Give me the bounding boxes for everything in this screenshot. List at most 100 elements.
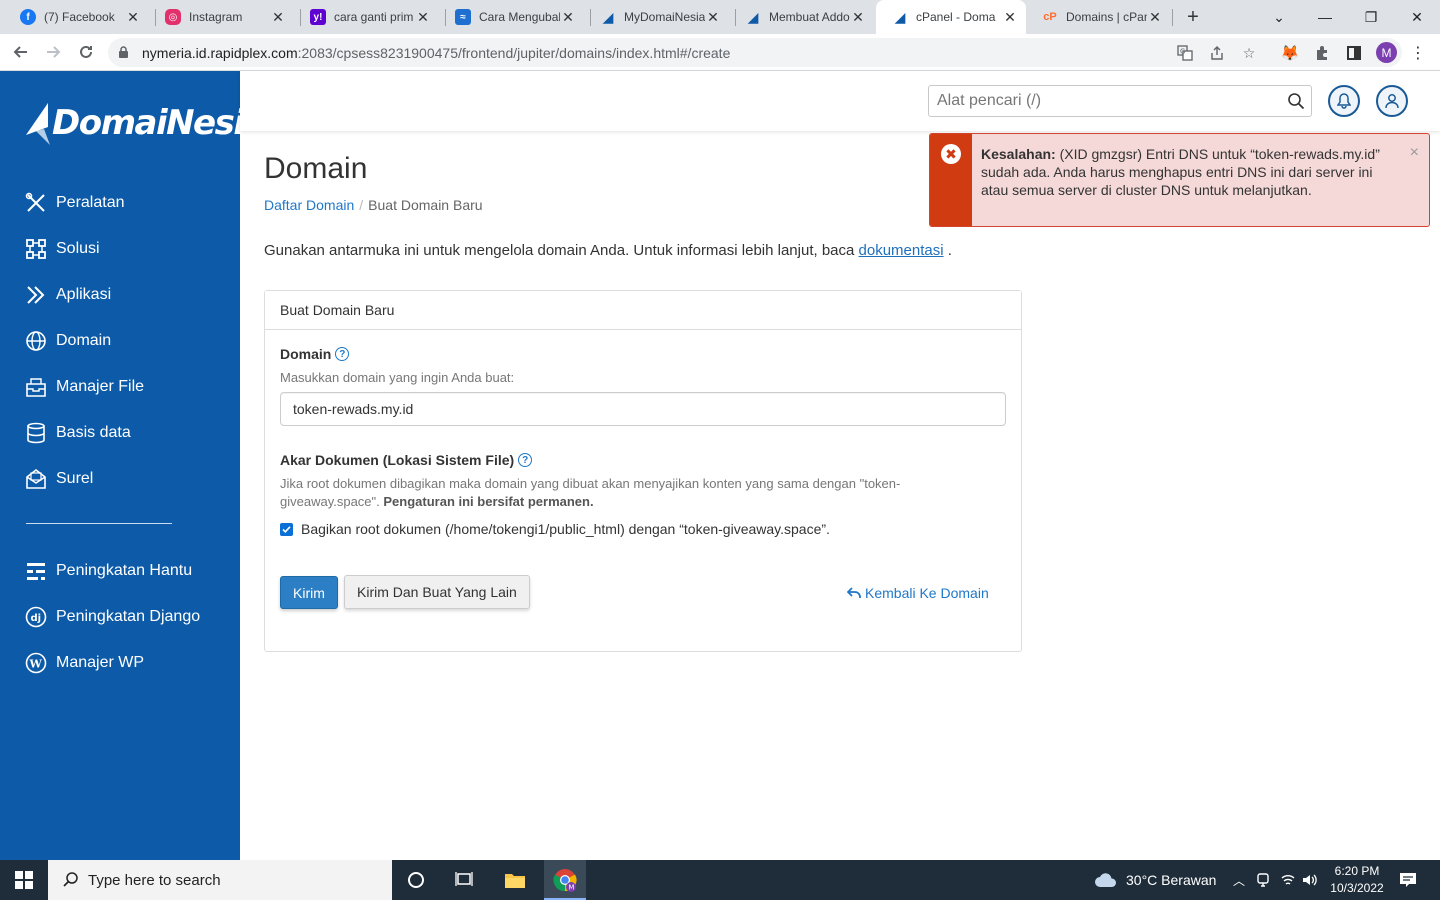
- sidebar-item-manajer-wp[interactable]: W Manajer WP: [24, 649, 144, 677]
- help-icon[interactable]: ?: [335, 347, 350, 361]
- sidebar-item-surel[interactable]: Surel: [24, 465, 93, 493]
- submit-button[interactable]: Kirim: [280, 576, 338, 609]
- back-icon[interactable]: [9, 40, 33, 64]
- site-icon: ≈: [455, 9, 471, 25]
- domain-input[interactable]: [280, 392, 1006, 426]
- sidebar-item-label: Manajer File: [56, 378, 145, 395]
- lock-icon[interactable]: [118, 46, 129, 62]
- close-tab-icon[interactable]: ✕: [1147, 9, 1163, 25]
- forward-icon[interactable]: [41, 40, 65, 64]
- domain-label-text: Domain: [280, 346, 332, 362]
- file-explorer-icon[interactable]: [503, 868, 527, 892]
- help-icon[interactable]: ?: [518, 453, 533, 467]
- tab-search-icon[interactable]: ⌄: [1256, 0, 1302, 34]
- side-panel-icon[interactable]: [1344, 43, 1364, 63]
- sidebar-item-solusi[interactable]: Solusi: [24, 235, 100, 263]
- close-tab-icon[interactable]: ✕: [1002, 9, 1018, 25]
- share-docroot-label[interactable]: Bagikan root dokumen (/home/tokengi1/pub…: [301, 521, 830, 537]
- database-icon: [24, 421, 48, 445]
- browser-tab[interactable]: ◢ Membuat Addo ✕: [729, 0, 874, 34]
- share-docroot-checkbox[interactable]: [280, 522, 293, 536]
- browser-tab[interactable]: ◢ MyDomaiNesia ✕: [584, 0, 729, 34]
- docroot-help-text: Jika root dokumen dibagikan maka domain …: [280, 475, 980, 511]
- back-to-domains-link[interactable]: Kembali Ke Domain: [847, 585, 989, 601]
- close-tab-icon[interactable]: ✕: [125, 9, 141, 25]
- address-toolbar: nymeria.id.rapidplex.com:2083/cpsess8231…: [0, 34, 1440, 71]
- minimize-icon[interactable]: —: [1302, 0, 1348, 34]
- domainesia-logo[interactable]: DomaiNesia: [24, 101, 266, 145]
- error-circle-icon: ✖: [941, 144, 961, 164]
- docroot-help-line-2: giveaway.space".: [280, 494, 384, 509]
- browser-tab[interactable]: ◎ Instagram ✕: [149, 0, 294, 34]
- domain-help-text: Masukkan domain yang ingin Anda buat:: [280, 370, 515, 385]
- sidebar-item-basis-data[interactable]: Basis data: [24, 419, 131, 447]
- tab-title: cara ganti prim: [334, 10, 414, 24]
- breadcrumb-link-domain-list[interactable]: Daftar Domain: [264, 197, 354, 213]
- new-tab-icon[interactable]: +: [1182, 7, 1204, 27]
- domainesia-icon: ◢: [747, 8, 759, 25]
- documentation-link[interactable]: dokumentasi: [859, 242, 944, 259]
- globe-icon: [24, 329, 48, 353]
- weather-cloud-icon[interactable]: [1094, 868, 1118, 892]
- chrome-taskbar-button[interactable]: M: [544, 860, 586, 900]
- notice-message: Kesalahan: (XID gmzgsr) Entri DNS untuk …: [981, 145, 1391, 199]
- translate-icon[interactable]: G: [1176, 44, 1194, 62]
- sidebar-item-label: Domain: [56, 332, 112, 349]
- solutions-icon: [24, 237, 48, 261]
- profile-avatar[interactable]: M: [1376, 42, 1397, 63]
- tab-title: Membuat Addo: [769, 10, 850, 24]
- meet-now-icon[interactable]: [1251, 868, 1275, 892]
- browser-tab[interactable]: ≈ Cara Mengubah ✕: [439, 0, 584, 34]
- browser-tab[interactable]: f (7) Facebook ✕: [4, 0, 149, 34]
- browser-tab-active[interactable]: ◢ cPanel - Doma ✕: [876, 0, 1026, 34]
- close-notice-icon[interactable]: ×: [1410, 144, 1419, 162]
- network-icon[interactable]: [1276, 868, 1300, 892]
- close-tab-icon[interactable]: ✕: [560, 9, 576, 25]
- url-bar[interactable]: nymeria.id.rapidplex.com:2083/cpsess8231…: [108, 38, 1402, 67]
- django-icon: dj: [24, 605, 48, 629]
- taskbar-search-box[interactable]: Type here to search: [48, 860, 392, 900]
- close-tab-icon[interactable]: ✕: [850, 9, 866, 25]
- submit-and-create-another-button[interactable]: Kirim Dan Buat Yang Lain: [344, 575, 530, 609]
- task-view-icon[interactable]: [452, 868, 476, 892]
- search-input[interactable]: [929, 86, 1269, 116]
- cortana-icon[interactable]: [404, 868, 428, 892]
- bookmark-star-icon[interactable]: ☆: [1240, 44, 1258, 62]
- browser-menu-icon[interactable]: ⋮: [1408, 43, 1428, 63]
- windows-start-icon[interactable]: [12, 868, 36, 892]
- tool-search: [928, 85, 1312, 117]
- browser-tab[interactable]: y! cara ganti prim ✕: [294, 0, 439, 34]
- bell-icon: [1337, 93, 1351, 109]
- close-tab-icon[interactable]: ✕: [705, 9, 721, 25]
- user-menu-button[interactable]: [1376, 85, 1408, 117]
- sidebar: DomaiNesia Peralatan Solusi Aplikasi Dom…: [0, 71, 266, 860]
- close-window-icon[interactable]: ✕: [1394, 0, 1440, 34]
- taskbar-clock[interactable]: 6:20 PM 10/3/2022: [1326, 863, 1388, 897]
- domainesia-icon: ◢: [602, 8, 614, 25]
- sidebar-item-domain[interactable]: Domain: [24, 327, 111, 355]
- create-domain-panel: Buat Domain Baru Domain ? Masukkan domai…: [264, 290, 1022, 652]
- extensions-puzzle-icon[interactable]: [1312, 43, 1332, 63]
- reload-icon[interactable]: [74, 40, 98, 64]
- intro-text: Gunakan antarmuka ini untuk mengelola do…: [264, 242, 952, 259]
- weather-text[interactable]: 30°C Berawan: [1126, 872, 1216, 888]
- show-hidden-icons-chevron-icon[interactable]: ︿: [1227, 868, 1251, 892]
- notifications-button[interactable]: [1328, 85, 1360, 117]
- docroot-help-warning: Pengaturan ini bersifat permanen.: [383, 494, 594, 509]
- restore-icon[interactable]: ❐: [1348, 0, 1394, 34]
- svg-text:W: W: [29, 658, 43, 671]
- sidebar-item-peningkatan-django[interactable]: dj Peningkatan Django: [24, 603, 200, 631]
- search-icon[interactable]: [1287, 92, 1305, 113]
- sidebar-item-manajer-file[interactable]: Manajer File: [24, 373, 144, 401]
- sidebar-item-aplikasi[interactable]: Aplikasi: [24, 281, 111, 309]
- close-tab-icon[interactable]: ✕: [415, 9, 431, 25]
- share-icon[interactable]: [1208, 44, 1226, 62]
- browser-tab[interactable]: cP Domains | cPan ✕: [1026, 0, 1171, 34]
- volume-icon[interactable]: [1298, 868, 1322, 892]
- tab-title: MyDomaiNesia: [624, 10, 705, 24]
- sidebar-item-peningkatan-hantu[interactable]: Peningkatan Hantu: [24, 557, 192, 585]
- close-tab-icon[interactable]: ✕: [270, 9, 286, 25]
- sidebar-item-peralatan[interactable]: Peralatan: [24, 189, 125, 217]
- action-center-icon[interactable]: [1396, 868, 1420, 892]
- metamask-icon[interactable]: 🦊: [1280, 43, 1300, 63]
